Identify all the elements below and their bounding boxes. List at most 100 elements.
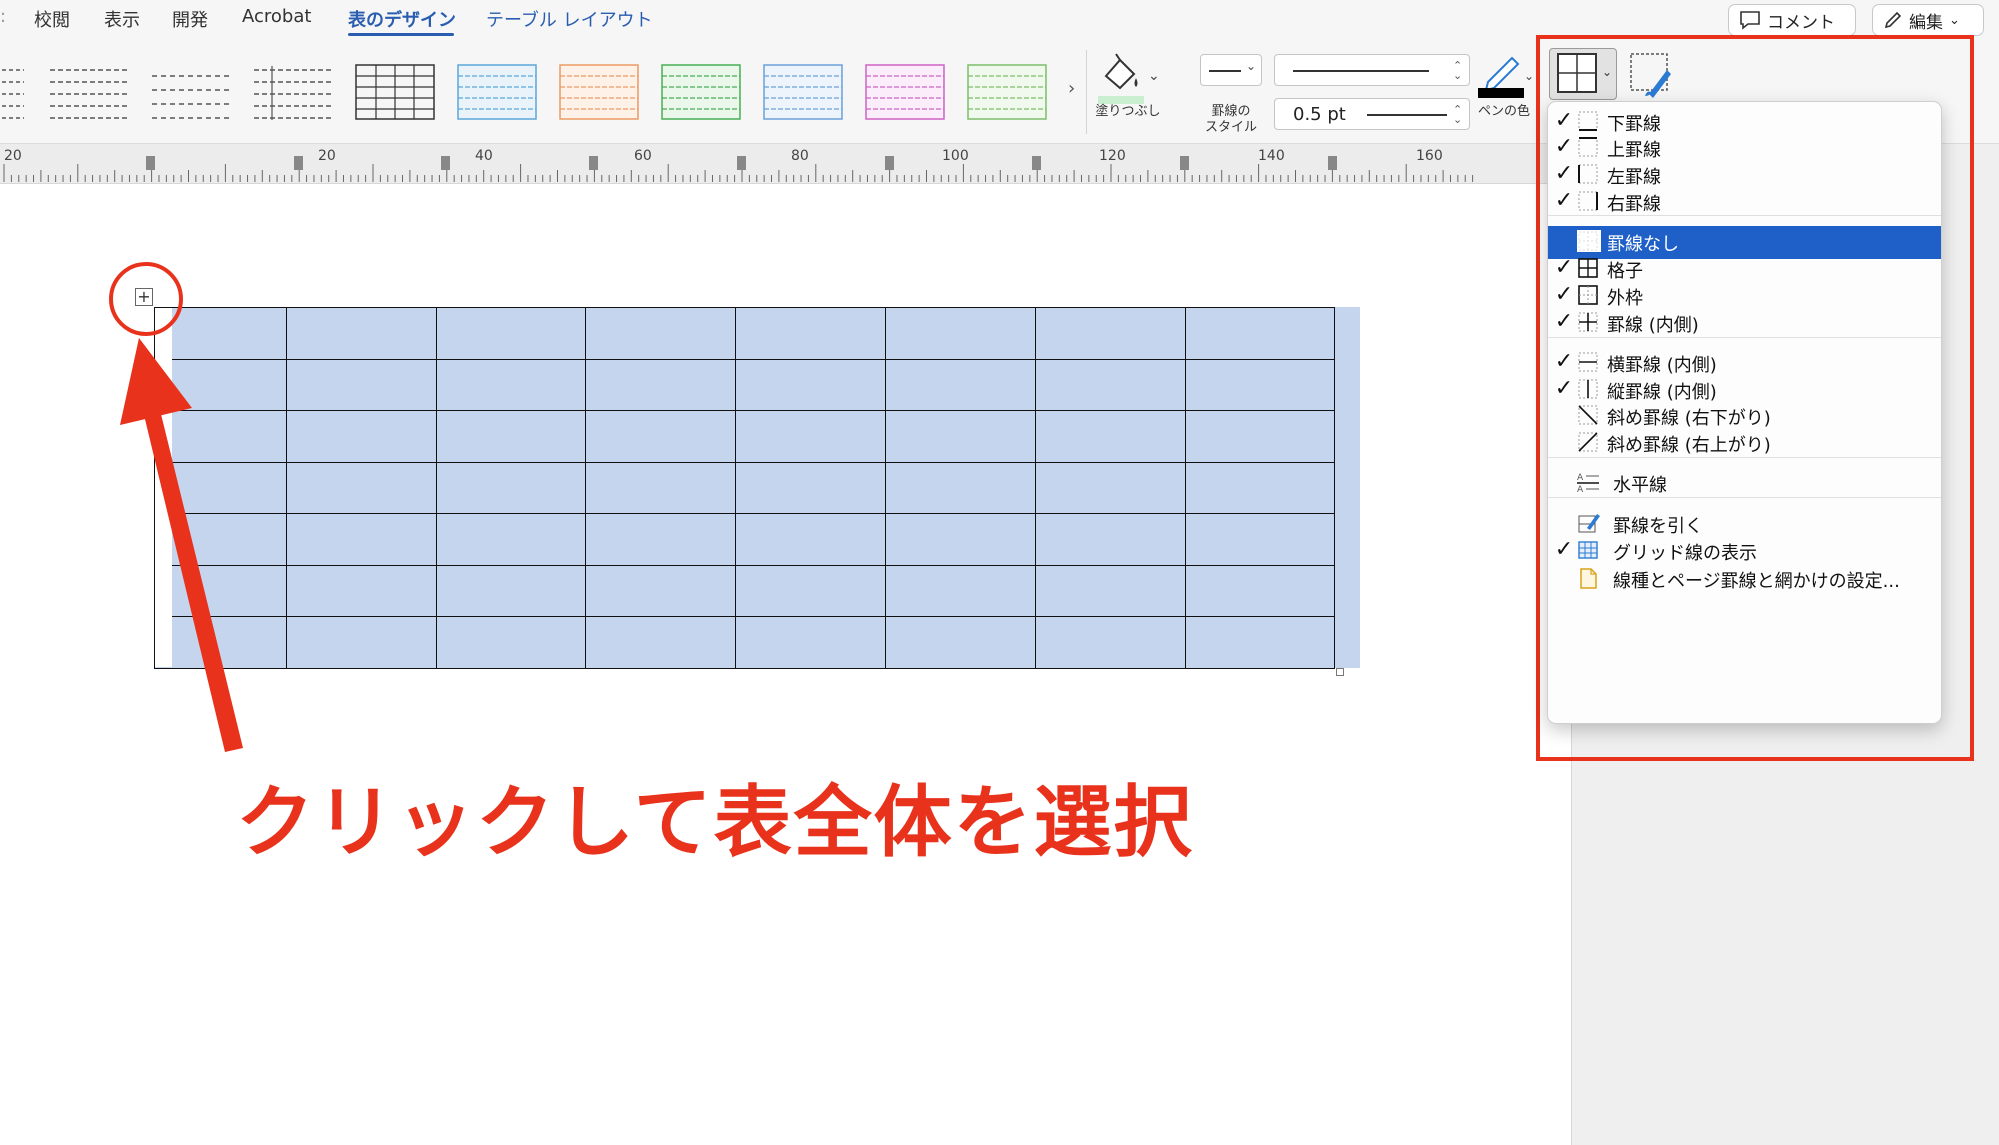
table-style-swatch[interactable]	[150, 62, 232, 122]
table-cell[interactable]	[884, 358, 1037, 411]
table-style-swatch[interactable]	[0, 62, 26, 122]
table-resize-handle[interactable]	[1336, 668, 1344, 676]
tab-view[interactable]: 表示	[104, 6, 140, 32]
table-cell[interactable]	[584, 358, 737, 411]
tab-table-design[interactable]: 表のデザイン	[348, 6, 456, 32]
table-cell[interactable]	[1035, 461, 1186, 514]
table-cell[interactable]	[735, 513, 886, 566]
table-style-swatch[interactable]	[252, 62, 334, 122]
gallery-next-icon[interactable]: ›	[1068, 78, 1075, 99]
table-cell[interactable]	[884, 564, 1037, 617]
menu-item-label: グリッド線の表示	[1613, 543, 1757, 564]
table-cell[interactable]	[1184, 513, 1336, 566]
table-style-swatch[interactable]	[354, 62, 436, 122]
diagonal-up-border-icon	[1577, 431, 1599, 453]
table-style-swatch[interactable]	[48, 62, 130, 122]
table-style-swatch[interactable]	[456, 62, 538, 122]
pen-weight-value: 0.5 pt	[1293, 104, 1346, 125]
ruler-number: 20	[318, 148, 336, 164]
top-border-icon	[1577, 136, 1599, 158]
table-cell[interactable]	[735, 410, 886, 463]
table-row	[153, 358, 1336, 411]
all-borders-icon	[1577, 257, 1599, 279]
table-cell[interactable]	[1035, 616, 1186, 669]
tab-table-layout[interactable]: テーブル レイアウト	[486, 6, 653, 32]
table-cell[interactable]	[1184, 307, 1336, 360]
menu-item-horizontal-line[interactable]: A A 水平線	[1548, 467, 1941, 500]
table-cell[interactable]	[1184, 564, 1336, 617]
table-cell[interactable]	[735, 307, 886, 360]
table-cell[interactable]	[435, 358, 586, 411]
table-cell[interactable]	[1184, 410, 1336, 463]
menu-item-label: 線種とページ罫線と網かけの設定...	[1613, 571, 1900, 592]
menu-item-inside-borders[interactable]: ✓ 罫線 (内側)	[1548, 307, 1941, 340]
table-cell[interactable]	[884, 410, 1037, 463]
table-cell[interactable]	[735, 461, 886, 514]
svg-text:A: A	[1577, 473, 1584, 483]
horizontal-line-icon: AA	[1577, 471, 1599, 495]
document-table[interactable]	[153, 307, 1336, 669]
table-row	[153, 307, 1336, 360]
table-cell[interactable]	[286, 461, 437, 514]
table-cell[interactable]	[584, 513, 737, 566]
ruler-number: 80	[791, 148, 809, 164]
table-cell[interactable]	[884, 307, 1037, 360]
table-cell[interactable]	[1035, 358, 1186, 411]
table-cell[interactable]	[1035, 307, 1186, 360]
menu-item-diagonal-up-border[interactable]: 斜め罫線 (右上がり)	[1548, 427, 1941, 460]
menu-item-borders-shading[interactable]: 線種とページ罫線と網かけの設定...	[1548, 563, 1941, 596]
table-cell[interactable]	[1035, 564, 1186, 617]
tab-review[interactable]: 校閲	[34, 6, 70, 32]
table-cell[interactable]	[435, 513, 586, 566]
table-cell[interactable]	[884, 461, 1037, 514]
table-cell[interactable]	[435, 307, 586, 360]
checkmark-icon: ✓	[1554, 134, 1574, 159]
table-cell[interactable]	[884, 513, 1037, 566]
table-style-swatch[interactable]	[762, 62, 844, 122]
table-cell[interactable]	[286, 307, 437, 360]
shading-button[interactable]: ⌄	[1098, 50, 1160, 108]
table-cell[interactable]	[584, 564, 737, 617]
table-cell[interactable]	[286, 358, 437, 411]
table-style-swatch[interactable]	[864, 62, 946, 122]
table-cell[interactable]	[435, 616, 586, 669]
chevron-down-icon: ⌄	[1246, 59, 1257, 73]
table-cell[interactable]	[735, 358, 886, 411]
table-style-swatch[interactable]	[966, 62, 1048, 122]
pen-color-button[interactable]: ⌄	[1478, 52, 1534, 98]
table-cell[interactable]	[286, 564, 437, 617]
table-cell[interactable]	[435, 461, 586, 514]
table-style-swatch[interactable]	[558, 62, 640, 122]
table-cell[interactable]	[1184, 358, 1336, 411]
table-cell[interactable]	[1184, 461, 1336, 514]
tab-acrobat[interactable]: Acrobat	[242, 6, 311, 27]
table-cell[interactable]	[1035, 513, 1186, 566]
table-cell[interactable]	[1184, 616, 1336, 669]
svg-text:A: A	[1577, 485, 1584, 493]
table-cell[interactable]	[435, 410, 586, 463]
table-style-swatch[interactable]	[660, 62, 742, 122]
table-cell[interactable]	[286, 410, 437, 463]
table-cell[interactable]	[735, 616, 886, 669]
table-cell[interactable]	[584, 461, 737, 514]
table-cell[interactable]	[735, 564, 886, 617]
inside-horizontal-border-icon	[1577, 351, 1599, 373]
table-cell[interactable]	[286, 616, 437, 669]
table-cell[interactable]	[435, 564, 586, 617]
table-cell[interactable]	[884, 616, 1037, 669]
menu-item-right-border[interactable]: ✓ 右罫線	[1548, 186, 1941, 219]
pen-weight-dropdown[interactable]: 0.5 pt ⌃ ⌄	[1274, 98, 1470, 130]
table-cell[interactable]	[286, 513, 437, 566]
comment-button[interactable]: コメント	[1728, 4, 1856, 36]
table-cell[interactable]	[584, 410, 737, 463]
tab-developer[interactable]: 開発	[172, 6, 208, 32]
edit-button[interactable]: 編集 ⌄	[1872, 4, 1984, 36]
table-cell[interactable]	[584, 307, 737, 360]
table-cell[interactable]	[584, 616, 737, 669]
table-cell[interactable]	[1035, 410, 1186, 463]
tab-overflow[interactable]: :	[0, 6, 6, 27]
right-border-icon	[1577, 190, 1599, 212]
inside-borders-icon	[1577, 311, 1599, 333]
border-style-picker[interactable]: ⌄	[1200, 54, 1262, 86]
line-style-dropdown[interactable]: ⌃ ⌄	[1274, 54, 1470, 86]
